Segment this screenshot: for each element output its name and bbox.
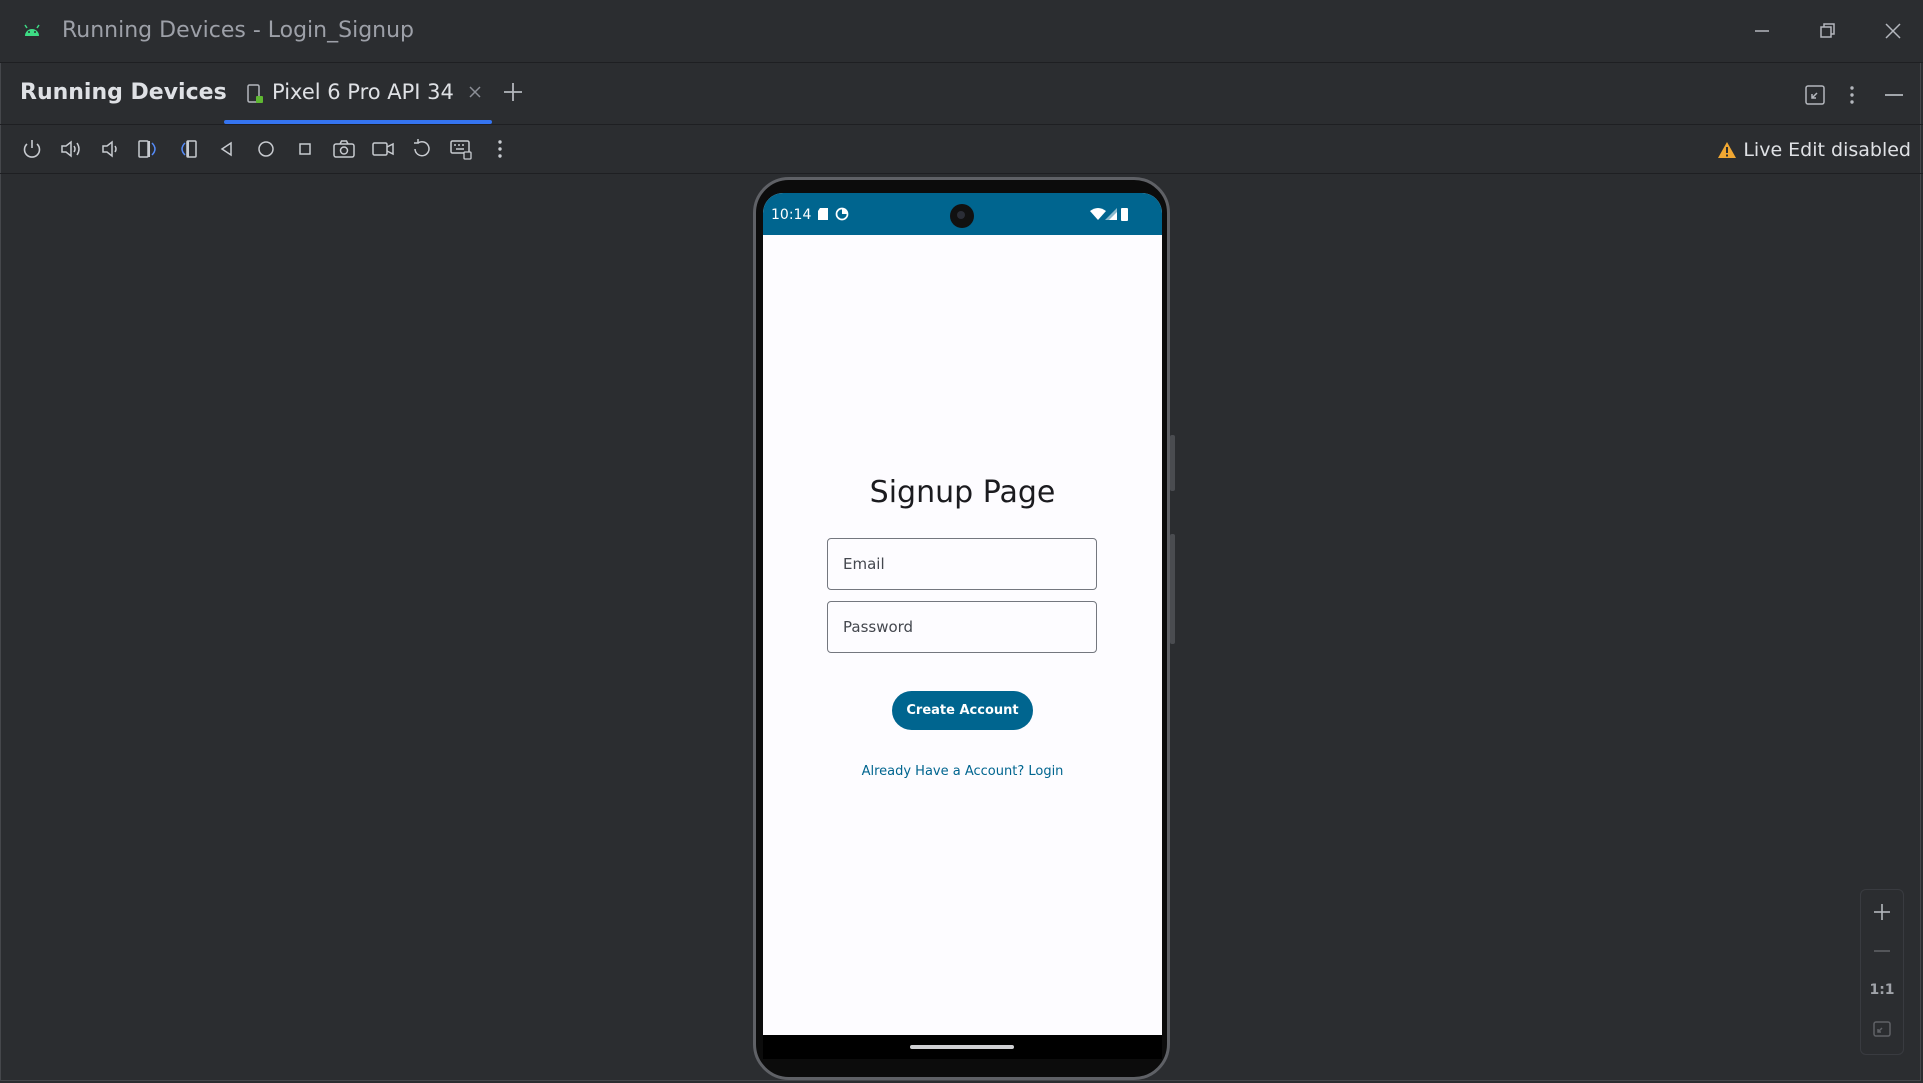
login-link[interactable]: Already Have a Account? Login (763, 764, 1162, 779)
keyboard-icon[interactable] (449, 137, 473, 161)
tool-window-header: Running Devices Pixel 6 Pro API 34 (0, 63, 1923, 125)
cellular-signal-icon (1105, 208, 1117, 220)
phone-volume-key (1170, 534, 1175, 644)
back-icon[interactable] (215, 137, 239, 161)
battery-icon (1121, 208, 1128, 221)
actual-size-button[interactable]: 1:1 (1866, 974, 1898, 1006)
device-screen[interactable]: 10:14 Signup Page Create Account Already… (763, 193, 1162, 1059)
rotate-left-icon[interactable] (137, 137, 161, 161)
toolbar-more-icon[interactable] (488, 137, 512, 161)
live-edit-label: Live Edit disabled (1743, 139, 1911, 161)
tab-pixel-6-pro[interactable]: Pixel 6 Pro API 34 (224, 63, 492, 124)
warning-icon (1718, 142, 1737, 158)
zoom-controls: 1:1 (1860, 889, 1904, 1055)
device-toolbar: Live Edit disabled (0, 125, 1923, 174)
minus-icon (1874, 950, 1890, 952)
window-title: Running Devices - Login_Signup (62, 18, 415, 43)
sync-icon (835, 207, 849, 221)
volume-up-icon[interactable] (59, 137, 83, 161)
phone-power-key (1170, 435, 1175, 491)
tool-window-title: Running Devices (20, 80, 227, 105)
screen-record-icon[interactable] (371, 137, 395, 161)
zoom-in-button[interactable] (1866, 896, 1898, 928)
fit-screen-icon (1873, 1021, 1891, 1037)
close-icon (1885, 23, 1901, 39)
zoom-out-button[interactable] (1866, 935, 1898, 967)
overview-icon[interactable] (293, 137, 317, 161)
plus-icon (1874, 904, 1890, 920)
page-title: Signup Page (869, 475, 1056, 510)
add-device-icon[interactable] (500, 79, 526, 105)
minimize-icon (1755, 30, 1769, 32)
more-options-icon[interactable] (1840, 83, 1864, 107)
android-icon (24, 24, 40, 36)
create-account-button[interactable]: Create Account (892, 691, 1033, 730)
sd-card-icon (818, 208, 828, 220)
email-field[interactable] (827, 538, 1097, 590)
screenshot-icon[interactable] (332, 137, 356, 161)
tab-label: Pixel 6 Pro API 34 (272, 80, 454, 104)
tab-selection-indicator (224, 120, 492, 124)
volume-down-icon[interactable] (98, 137, 122, 161)
device-icon (247, 84, 263, 103)
reset-icon[interactable] (410, 137, 434, 161)
camera-cutout (950, 204, 974, 228)
password-field[interactable] (827, 601, 1097, 653)
android-status-bar: 10:14 (763, 193, 1162, 235)
wifi-icon (1090, 208, 1106, 220)
power-icon[interactable] (20, 137, 44, 161)
gesture-handle[interactable] (910, 1045, 1014, 1049)
home-icon[interactable] (254, 137, 278, 161)
live-edit-status[interactable]: Live Edit disabled (1717, 139, 1911, 161)
close-window-button[interactable] (1873, 14, 1913, 48)
fit-screen-button[interactable] (1866, 1013, 1898, 1045)
rotate-right-icon[interactable] (176, 137, 200, 161)
collapse-view-icon[interactable] (1803, 83, 1827, 107)
title-bar: Running Devices - Login_Signup (0, 0, 1923, 63)
minimize-button[interactable] (1742, 14, 1782, 48)
restore-icon (1820, 23, 1835, 38)
status-time: 10:14 (771, 207, 812, 223)
hide-panel-icon[interactable] (1882, 83, 1906, 107)
restore-button[interactable] (1808, 14, 1848, 48)
tab-close-icon[interactable] (464, 81, 486, 103)
android-navigation-bar (763, 1035, 1162, 1059)
